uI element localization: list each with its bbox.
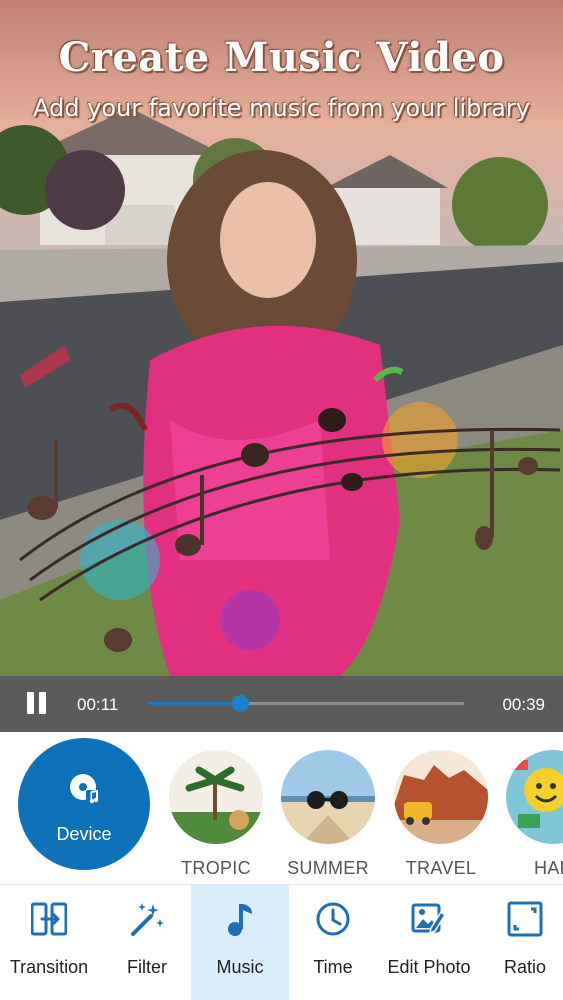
travel-thumbnail bbox=[394, 750, 488, 844]
tab-music[interactable]: Music bbox=[191, 885, 289, 1000]
pause-icon[interactable] bbox=[24, 692, 50, 716]
music-track-happy[interactable]: HAP bbox=[505, 750, 563, 878]
device-music-button[interactable]: Device bbox=[18, 738, 150, 870]
device-label: Device bbox=[56, 824, 112, 844]
bottom-toolbar: Transition Filter Music Time Edit Photo … bbox=[0, 884, 563, 1000]
track-label: TROPIC bbox=[181, 858, 251, 878]
tab-edit-photo[interactable]: Edit Photo bbox=[380, 885, 478, 1000]
happy-thumbnail bbox=[506, 750, 563, 844]
video-preview[interactable]: Create Music Video Add your favorite mus… bbox=[0, 0, 563, 676]
tab-ratio[interactable]: Ratio bbox=[476, 885, 563, 1000]
track-label: TRAVEL bbox=[405, 858, 477, 878]
seek-bar[interactable] bbox=[148, 695, 464, 712]
total-time: 00:39 bbox=[502, 695, 545, 714]
tab-time[interactable]: Time bbox=[284, 885, 382, 1000]
music-track-travel[interactable]: TRAVEL bbox=[393, 750, 489, 878]
clock-icon bbox=[316, 902, 350, 936]
tab-filter[interactable]: Filter bbox=[98, 885, 196, 1000]
music-disc-icon bbox=[70, 774, 100, 804]
edit-photo-icon bbox=[411, 903, 447, 935]
seek-thumb[interactable] bbox=[231, 695, 249, 712]
preview-subtitle: Add your favorite music from your librar… bbox=[33, 94, 530, 122]
seek-progress bbox=[148, 702, 240, 705]
magic-wand-icon bbox=[131, 903, 164, 936]
music-note-icon bbox=[228, 904, 252, 936]
track-label: HAP bbox=[534, 858, 563, 878]
preview-title: Create Music Video bbox=[58, 34, 505, 81]
music-track-tropic[interactable]: TROPIC bbox=[168, 750, 264, 878]
track-label: SUMMER bbox=[287, 858, 369, 878]
tab-transition[interactable]: Transition bbox=[0, 885, 98, 1000]
ratio-icon bbox=[507, 901, 543, 937]
transition-icon bbox=[31, 902, 67, 936]
summer-thumbnail bbox=[281, 750, 375, 844]
music-strip: Device TROPIC SUMMER TRAVEL HA bbox=[0, 732, 563, 884]
current-time: 00:11 bbox=[77, 695, 119, 714]
music-track-summer[interactable]: SUMMER bbox=[280, 750, 376, 878]
tropic-thumbnail bbox=[169, 750, 263, 844]
tab-label: Ratio bbox=[503, 957, 547, 977]
player-bar: 00:11 00:39 bbox=[0, 676, 563, 732]
